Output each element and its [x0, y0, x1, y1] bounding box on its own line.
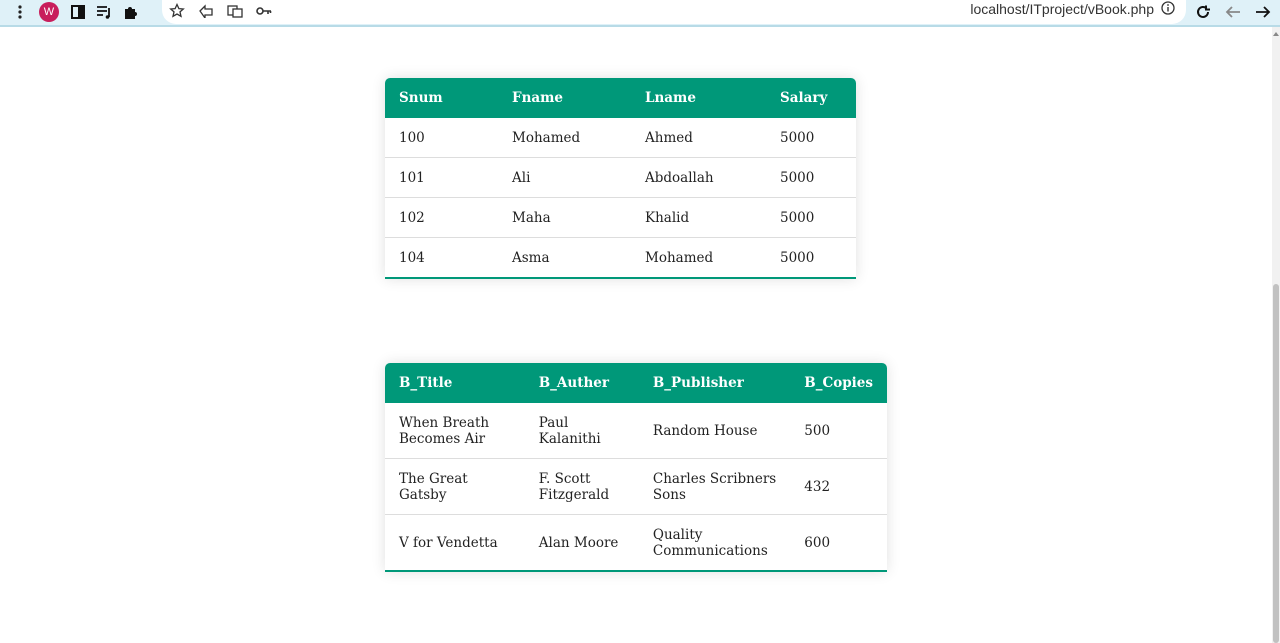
- cell-snum: 104: [399, 249, 425, 266]
- cell-salary: 5000: [780, 249, 815, 266]
- vertical-scrollbar[interactable]: [1272, 27, 1280, 643]
- profile-avatar[interactable]: W: [39, 2, 59, 22]
- books-table: B_Title B_Auther B_Publisher B_Copies Wh…: [385, 363, 887, 572]
- bookmark-star-icon[interactable]: [166, 0, 188, 22]
- password-key-icon[interactable]: [253, 0, 275, 22]
- translate-icon[interactable]: [224, 0, 246, 22]
- cell-lname: Mohamed: [645, 249, 714, 266]
- header-salary: Salary: [780, 90, 828, 106]
- cell-b-copies: 600: [804, 534, 831, 551]
- table-row: 101 Ali Abdoallah 5000: [385, 157, 856, 198]
- scroll-up-arrow-icon[interactable]: [1273, 31, 1279, 37]
- url-text[interactable]: localhost/ITproject/vBook.php: [970, 1, 1154, 17]
- back-arrow-icon[interactable]: [1222, 1, 1244, 23]
- employees-table: Snum Fname Lname Salary 100 Mohamed Ahme…: [385, 78, 856, 279]
- cell-lname: Khalid: [631, 197, 766, 238]
- header-snum: Snum: [399, 90, 443, 106]
- scroll-thumb[interactable]: [1273, 284, 1279, 643]
- cell-b-auther: F. Scott Fitzgerald: [524, 458, 639, 515]
- cell-b-copies: 500: [790, 403, 887, 459]
- cell-b-auther: Paul Kalanithi: [524, 403, 639, 459]
- cell-lname: Abdoallah: [631, 157, 766, 198]
- table-row: 102 Maha Khalid 5000: [385, 197, 856, 238]
- menu-dots-icon[interactable]: [9, 1, 31, 23]
- header-b-publisher: B_Publisher: [652, 375, 744, 391]
- cell-b-publisher: Quality Communications: [652, 526, 768, 559]
- header-b-copies: B_Copies: [804, 375, 873, 391]
- header-fname: Fname: [512, 90, 564, 106]
- table-row: 100 Mohamed Ahmed 5000: [385, 118, 856, 158]
- cell-b-auther: Alan Moore: [538, 534, 619, 551]
- header-b-title: B_Title: [399, 375, 453, 391]
- cell-snum: 102: [385, 197, 498, 238]
- cell-b-publisher: Charles Scribners Sons: [638, 458, 791, 515]
- header-lname: Lname: [645, 90, 696, 106]
- table-row: When Breath Becomes Air Paul Kalanithi R…: [385, 403, 887, 459]
- cell-b-copies: 432: [790, 458, 887, 515]
- cell-b-title: When Breath Becomes Air: [385, 403, 525, 459]
- reload-icon[interactable]: [1192, 1, 1214, 23]
- cell-fname: Ali: [498, 157, 631, 198]
- toolbar-left: W: [0, 0, 141, 24]
- cell-b-publisher: Random House: [638, 403, 791, 459]
- books-table-header: B_Title B_Auther B_Publisher B_Copies: [385, 363, 887, 403]
- address-bar-actions: [166, 0, 275, 22]
- cell-fname: Asma: [512, 249, 550, 266]
- cell-lname: Ahmed: [631, 118, 766, 158]
- browser-toolbar: W localhost/ITproject/vBook.php: [0, 0, 1280, 27]
- cell-b-title: The Great Gatsby: [385, 458, 525, 515]
- site-info-icon[interactable]: [1161, 1, 1177, 17]
- table-row: The Great Gatsby F. Scott Fitzgerald Cha…: [385, 458, 887, 515]
- table-row: V for Vendetta Alan Moore Quality Commun…: [385, 515, 887, 571]
- cell-snum: 100: [385, 118, 498, 158]
- cell-salary: 5000: [766, 118, 856, 158]
- cell-fname: Mohamed: [498, 118, 631, 158]
- toolbar-right: [1192, 0, 1280, 24]
- sidebar-icon[interactable]: [67, 1, 89, 23]
- employees-table-header: Snum Fname Lname Salary: [385, 78, 856, 118]
- extensions-icon[interactable]: [119, 1, 141, 23]
- cell-fname: Maha: [498, 197, 631, 238]
- cell-salary: 5000: [766, 157, 856, 198]
- share-icon[interactable]: [195, 0, 217, 22]
- address-bar[interactable]: localhost/ITproject/vBook.php: [162, 0, 1186, 24]
- cell-b-title: V for Vendetta: [399, 534, 498, 551]
- cell-snum: 101: [385, 157, 498, 198]
- table-row: 104 Asma Mohamed 5000: [385, 238, 856, 278]
- reading-list-icon[interactable]: [93, 1, 115, 23]
- header-b-auther: B_Auther: [538, 375, 609, 391]
- cell-salary: 5000: [766, 197, 856, 238]
- forward-arrow-icon[interactable]: [1252, 1, 1274, 23]
